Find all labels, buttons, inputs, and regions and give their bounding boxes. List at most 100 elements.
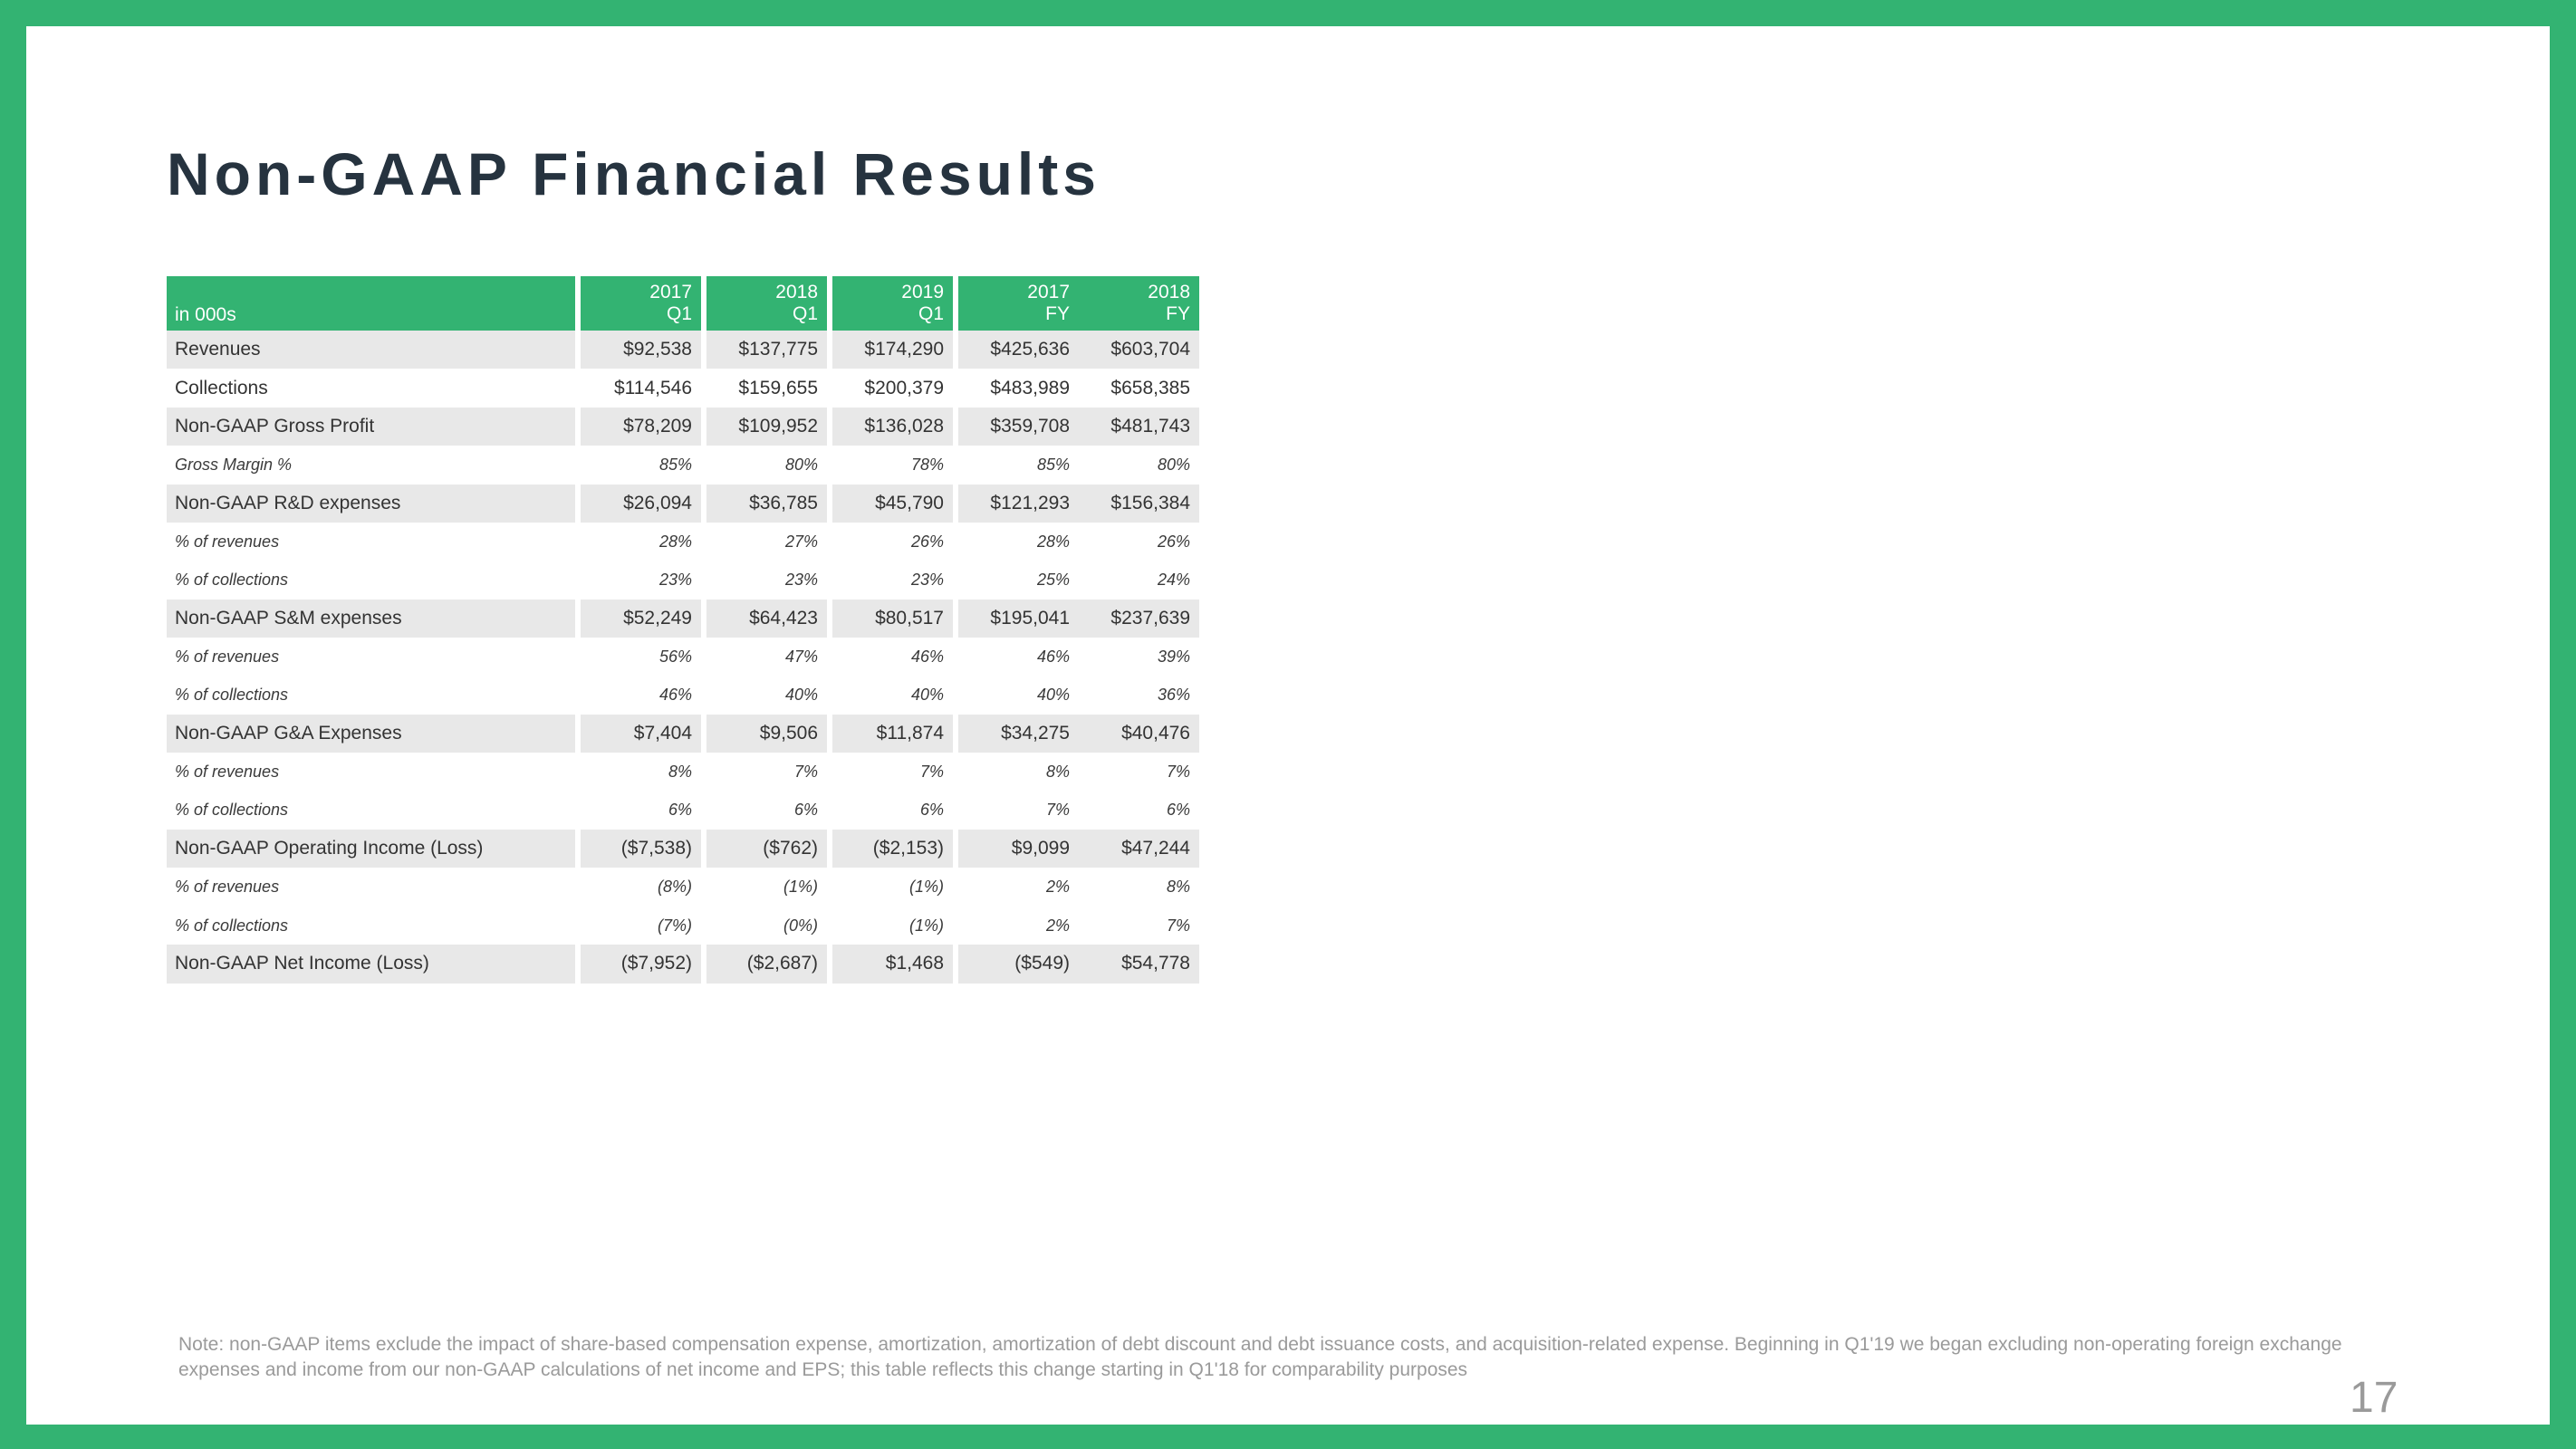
table-cell: 47% <box>784 647 818 666</box>
column-header-fy-group: 2017 FY 2018 FY <box>958 276 1199 331</box>
row-label: Non-GAAP Operating Income (Loss) <box>167 830 575 868</box>
table-cell: ($2,687) <box>706 945 827 984</box>
table-cell: $481,743 <box>1110 415 1190 437</box>
table-cell-fy-group: $121,293 $156,384 <box>958 484 1199 523</box>
table-cell: $174,290 <box>832 331 953 369</box>
column-header-period: Q1 <box>666 303 692 324</box>
column-header-period: FY <box>1045 303 1070 324</box>
table-cell: 78% <box>910 455 944 474</box>
table-cell: 46% <box>910 647 944 666</box>
table-cell: $9,506 <box>706 714 827 753</box>
table-cell-fy-group: $483,989 $658,385 <box>958 369 1199 407</box>
table-cell: $114,546 <box>613 377 692 398</box>
table-cell: $109,952 <box>706 407 827 446</box>
table-cell: $47,244 <box>1121 838 1190 859</box>
row-label: % of collections <box>175 801 289 820</box>
row-label: % of revenues <box>175 762 280 781</box>
table-row: Non-GAAP Gross Profit $78,209 $109,952 $136… <box>167 407 1199 446</box>
table-cell: $136,028 <box>832 407 953 446</box>
table-cell: 7% <box>1045 801 1070 820</box>
table-cell: 28% <box>1036 532 1070 551</box>
table-row: % of collections 46% 40% 40% 40% 36% <box>167 677 1199 715</box>
table-cell: 85% <box>1036 455 1070 474</box>
table-cell: 26% <box>1157 532 1190 551</box>
table-cell: ($2,153) <box>832 830 953 868</box>
table-cell: ($7,538) <box>581 830 701 868</box>
table-cell-fy-group: $195,041 $237,639 <box>958 599 1199 638</box>
table-row: % of collections 23% 23% 23% 25% 24% <box>167 561 1199 599</box>
table-row: Non-GAAP Net Income (Loss) ($7,952) ($2,68… <box>167 945 1199 984</box>
table-cell: $603,704 <box>1110 339 1190 360</box>
column-header-period: FY <box>1166 303 1190 324</box>
table-row: Non-GAAP R&D expenses $26,094 $36,785 $45,7… <box>167 484 1199 523</box>
table-cell: $137,775 <box>706 331 827 369</box>
row-label: % of revenues <box>175 647 280 666</box>
row-label: Collections <box>175 377 268 398</box>
table-cell: $34,275 <box>1001 723 1070 744</box>
table-cell: $64,423 <box>706 599 827 638</box>
table-cell: 23% <box>658 571 692 590</box>
table-cell-fy-group: $34,275 $40,476 <box>958 714 1199 753</box>
table-row: % of revenues (8%) (1%) (1%) 2% 8% <box>167 868 1199 906</box>
table-cell: (8%) <box>657 878 692 897</box>
table-body: Revenues $92,538 $137,775 $174,290 $425,636 $… <box>167 331 1199 984</box>
table-cell: $1,468 <box>832 945 953 984</box>
page-number: 17 <box>2350 1374 2398 1422</box>
table-cell-fy-group: 25% 24% <box>958 561 1199 599</box>
table-row: Gross Margin % 85% 80% 78% 85% 80% <box>167 446 1199 484</box>
table-cell-fy-group: 40% 36% <box>958 677 1199 715</box>
table-cell: $425,636 <box>990 339 1070 360</box>
table-cell: 2% <box>1045 916 1070 935</box>
column-header-2018-q1: 2018 Q1 <box>706 276 827 331</box>
table-cell: 26% <box>910 532 944 551</box>
table-cell: $200,379 <box>864 377 944 398</box>
table-cell: $483,989 <box>990 377 1070 398</box>
table-cell: 25% <box>1036 571 1070 590</box>
page-title: Non-GAAP Financial Results <box>167 140 1101 207</box>
table-cell-fy-group: 8% 7% <box>958 753 1199 791</box>
table-cell: ($7,952) <box>581 945 701 984</box>
table-cell: ($549) <box>1014 953 1070 974</box>
table-cell: 24% <box>1157 571 1190 590</box>
table-cell: $36,785 <box>706 484 827 523</box>
table-cell: $80,517 <box>832 599 953 638</box>
table-cell: 36% <box>1157 686 1190 705</box>
row-label: Non-GAAP Gross Profit <box>167 407 575 446</box>
table-cell-fy-group: $425,636 $603,704 <box>958 331 1199 369</box>
table-cell: 7% <box>1166 916 1190 935</box>
table-row: % of revenues 56% 47% 46% 46% 39% <box>167 638 1199 676</box>
table-cell: $237,639 <box>1110 607 1190 629</box>
table-cell: $92,538 <box>581 331 701 369</box>
column-header-2019-q1: 2019 Q1 <box>832 276 953 331</box>
table-cell: 6% <box>919 801 944 820</box>
column-header-year: 2018 <box>1148 282 1190 303</box>
table-row: Non-GAAP S&M expenses $52,249 $64,423 $80,5… <box>167 599 1199 638</box>
table-cell: 40% <box>1036 686 1070 705</box>
table-cell: $7,404 <box>581 714 701 753</box>
table-cell: 46% <box>658 686 692 705</box>
table-cell-fy-group: 2% 7% <box>958 907 1199 945</box>
table-cell-fy-group: ($549) $54,778 <box>958 945 1199 984</box>
row-label: % of collections <box>175 571 289 590</box>
table-cell: 39% <box>1157 647 1190 666</box>
table-row: Collections $114,546 $159,655 $200,379 $483,… <box>167 369 1199 407</box>
column-header-2017-q1: 2017 Q1 <box>581 276 701 331</box>
row-label: % of revenues <box>175 532 280 551</box>
table-cell: 2% <box>1045 878 1070 897</box>
table-cell: 23% <box>784 571 818 590</box>
table-corner-label: in 000s <box>167 276 575 331</box>
table-cell: (0%) <box>783 916 818 935</box>
table-cell: 46% <box>1036 647 1070 666</box>
table-cell: 40% <box>784 686 818 705</box>
column-header-year: 2017 <box>1027 282 1070 303</box>
table-row: % of revenues 28% 27% 26% 28% 26% <box>167 523 1199 561</box>
column-header-period: Q1 <box>918 303 944 324</box>
column-header-period: Q1 <box>792 303 818 324</box>
table-header-row: in 000s 2017 Q1 2018 Q1 2019 Q1 2017 FY … <box>167 276 1199 331</box>
table-cell: 7% <box>919 762 944 781</box>
table-cell: $658,385 <box>1110 377 1190 398</box>
column-header-2017-fy: 2017 FY <box>958 276 1079 331</box>
table-cell-fy-group: 85% 80% <box>958 446 1199 484</box>
table-cell: 8% <box>1045 762 1070 781</box>
corner-label-text: in 000s <box>175 304 236 325</box>
